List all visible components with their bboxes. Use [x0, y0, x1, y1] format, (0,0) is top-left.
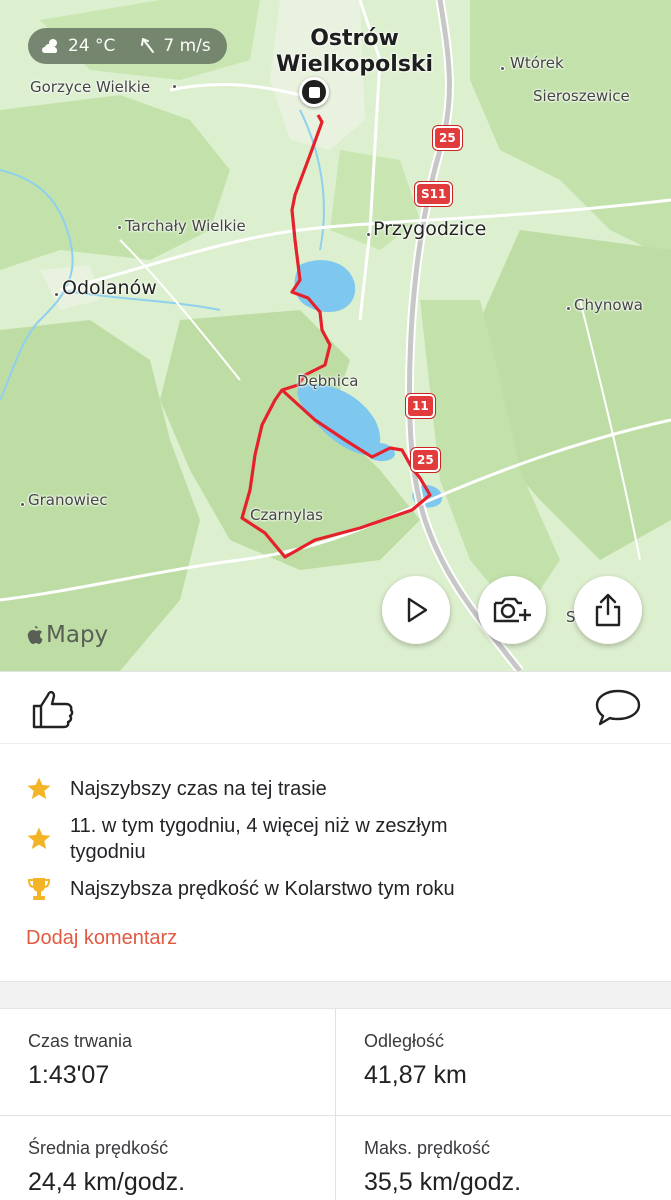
place-przygodzice: Przygodzice — [373, 218, 487, 240]
stats-horizontal-divider — [0, 1115, 671, 1116]
add-comment-link[interactable]: Dodaj komentarz — [26, 927, 177, 950]
route-start-marker — [299, 77, 329, 107]
star-icon — [27, 777, 51, 799]
stat-value: 24,4 km/godz. — [28, 1168, 186, 1196]
stat-label: Odległość — [364, 1031, 445, 1051]
stat-duration: Czas trwania 1:43'07 — [0, 1009, 335, 1115]
route-map[interactable]: 24 °C 7 m/s Ostrów Wielkopolski Gorzyce … — [0, 0, 671, 671]
place-debnica: Dębnica — [297, 372, 359, 390]
wind-arrow-icon — [141, 38, 155, 53]
achievement-text: 11. w tym tygodniu, 4 więcej niż w zeszł… — [70, 815, 448, 863]
stats-vertical-divider — [335, 1009, 336, 1200]
temperature-text: 24 °C — [68, 36, 116, 56]
stat-value: 35,5 km/godz. — [364, 1168, 522, 1196]
place-tarchaly-wielkie: Tarchały Wielkie — [125, 217, 246, 235]
like-button[interactable] — [30, 686, 76, 732]
apple-maps-attribution: Mapy — [24, 622, 108, 648]
achievements-section: Najszybszy czas na tej trasie 11. w tym … — [0, 743, 671, 981]
stat-label: Maks. prędkość — [364, 1138, 491, 1158]
place-czarnylas: Czarnylas — [250, 506, 324, 524]
place-granowiec: Granowiec — [28, 491, 108, 509]
trophy-icon — [27, 878, 51, 900]
share-button[interactable] — [574, 576, 642, 644]
attribution-text: Mapy — [46, 622, 109, 648]
play-flyover-button[interactable] — [382, 576, 450, 644]
speech-bubble-icon — [595, 689, 641, 726]
place-sieroszewice: Sieroszewice — [533, 87, 630, 105]
achievement-item: Najszybsza prędkość w Kolarstwo tym roku — [26, 876, 630, 902]
place-odolanow: Odolanów — [62, 277, 157, 299]
comment-button[interactable] — [594, 686, 642, 730]
achievement-item: 11. w tym tygodniu, 4 więcej niż w zeszł… — [26, 813, 470, 865]
place-gorzyce-wielkie: Gorzyce Wielkie — [30, 78, 151, 96]
activity-actions-bar — [0, 671, 671, 743]
achievement-text: Najszybsza prędkość w Kolarstwo tym roku — [70, 878, 455, 900]
stat-label: Czas trwania — [28, 1031, 133, 1051]
stat-average-speed: Średnia prędkość 24,4 km/godz. — [0, 1116, 335, 1200]
weather-badge: 24 °C 7 m/s — [28, 28, 227, 64]
place-chynowa: Chynowa — [574, 296, 644, 314]
place-ostrow-wielkopolski: Ostrów Wielkopolski — [276, 26, 434, 77]
road-shield-25: 25 — [433, 126, 462, 150]
road-shield-25-south: 25 — [411, 448, 440, 472]
road-shield-s11: S11 — [415, 182, 453, 206]
stat-value: 1:43'07 — [28, 1061, 110, 1089]
achievement-text: Najszybszy czas na tej trasie — [70, 778, 327, 800]
section-divider — [0, 981, 671, 1009]
share-icon — [595, 593, 621, 627]
add-photo-button[interactable] — [478, 576, 546, 644]
place-wtorek: Wtórek — [510, 54, 564, 72]
achievement-item: Najszybszy czas na tej trasie — [26, 776, 630, 802]
stat-max-speed: Maks. prędkość 35,5 km/godz. — [336, 1116, 671, 1200]
wind-text: 7 m/s — [163, 36, 211, 56]
stat-distance: Odległość 41,87 km — [336, 1009, 671, 1115]
thumbs-up-icon — [32, 690, 74, 729]
stats-grid: Czas trwania 1:43'07 Odległość 41,87 km … — [0, 1009, 671, 1200]
road-shield-11: 11 — [406, 394, 435, 418]
apple-logo-icon — [27, 626, 43, 644]
cloud-sun-icon — [42, 39, 58, 53]
camera-plus-icon — [493, 597, 531, 623]
stat-value: 41,87 km — [364, 1061, 467, 1089]
stat-label: Średnia prędkość — [28, 1138, 169, 1158]
play-icon — [407, 597, 428, 623]
star-icon — [27, 827, 51, 849]
